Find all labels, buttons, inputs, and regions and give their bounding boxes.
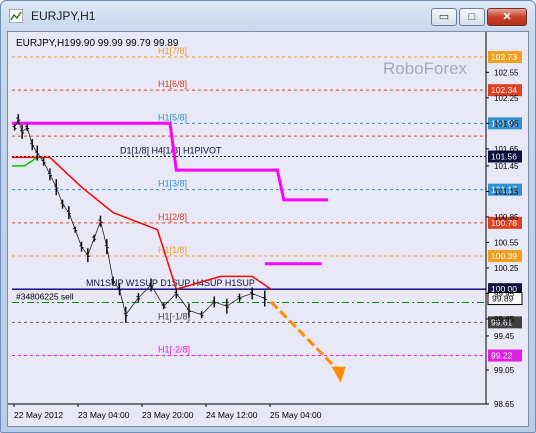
price-tick-label: 99.45 bbox=[494, 332, 515, 341]
price-chart[interactable]: EURJPY,H1 99.90 99.99 99.79 99.89 RoboFo… bbox=[8, 32, 528, 426]
price-tick-label: 101.15 bbox=[494, 187, 519, 196]
murrey-level-label: H1[5/8] bbox=[158, 112, 187, 122]
time-tick-label: 25 May 04:00 bbox=[270, 410, 322, 420]
forecast-arrow-head bbox=[331, 366, 346, 383]
green-trend-line bbox=[12, 156, 38, 167]
minimize-button[interactable]: ▭ bbox=[431, 8, 457, 26]
murrey-level-label: H1[2/8] bbox=[158, 212, 187, 222]
window-title: EURJPY,H1 bbox=[31, 9, 96, 23]
chart-window: EURJPY,H1 ▭ □ ✕ EURJPY,H1 99.90 99.99 99… bbox=[0, 0, 536, 433]
price-tick-label: 102.55 bbox=[494, 68, 519, 77]
chart-area[interactable]: EURJPY,H1 99.90 99.99 99.79 99.89 RoboFo… bbox=[7, 31, 529, 427]
murrey-level-label: D1[1/8] H4[1/8] H1PIVOT bbox=[120, 146, 222, 156]
time-tick-label: 24 May 12:00 bbox=[206, 410, 258, 420]
chart-app-icon bbox=[9, 9, 23, 23]
murrey-level-label: H1[3/8] bbox=[158, 179, 187, 189]
price-tick-label: 100.85 bbox=[494, 213, 519, 222]
time-tick-label: 22 May 2012 bbox=[14, 410, 63, 420]
maximize-button[interactable]: □ bbox=[459, 8, 485, 26]
murrey-level-label: H1[-2/8] bbox=[158, 345, 190, 355]
time-tick-label: 23 May 20:00 bbox=[142, 410, 194, 420]
price-tick-label: 100.55 bbox=[494, 238, 519, 247]
price-tick-label: 99.95 bbox=[494, 289, 515, 298]
price-tick-label: 99.65 bbox=[494, 315, 515, 324]
watermark-text: RoboForex bbox=[383, 59, 468, 78]
close-button[interactable]: ✕ bbox=[487, 8, 527, 26]
price-tick-label: 98.65 bbox=[494, 400, 515, 409]
chart-header-symbol: EURJPY,H1 bbox=[16, 38, 70, 49]
price-tick-label: 101.95 bbox=[494, 119, 519, 128]
price-tick-label: 100.25 bbox=[494, 264, 519, 273]
murrey-level-label: H1[6/8] bbox=[158, 79, 187, 89]
forecast-arrow-shaft bbox=[270, 300, 342, 374]
time-tick-label: 23 May 04:00 bbox=[78, 410, 130, 420]
price-tick-label: 99.05 bbox=[494, 366, 515, 375]
price-tick-label: 102.25 bbox=[494, 94, 519, 103]
price-tag-label: 99.22 bbox=[491, 351, 513, 361]
price-tick-label: 101.65 bbox=[494, 145, 519, 154]
title-bar[interactable]: EURJPY,H1 ▭ □ ✕ bbox=[1, 1, 535, 31]
price-tag-label: 100.39 bbox=[491, 251, 517, 261]
order-label: #34806225 sell bbox=[16, 292, 74, 302]
murrey-level-label: H1[7/8] bbox=[158, 46, 187, 56]
price-tick-label: 101.45 bbox=[494, 162, 519, 171]
murrey-level-label: H1[-1/8] bbox=[158, 311, 190, 321]
price-tag-label: 102.73 bbox=[491, 52, 517, 62]
